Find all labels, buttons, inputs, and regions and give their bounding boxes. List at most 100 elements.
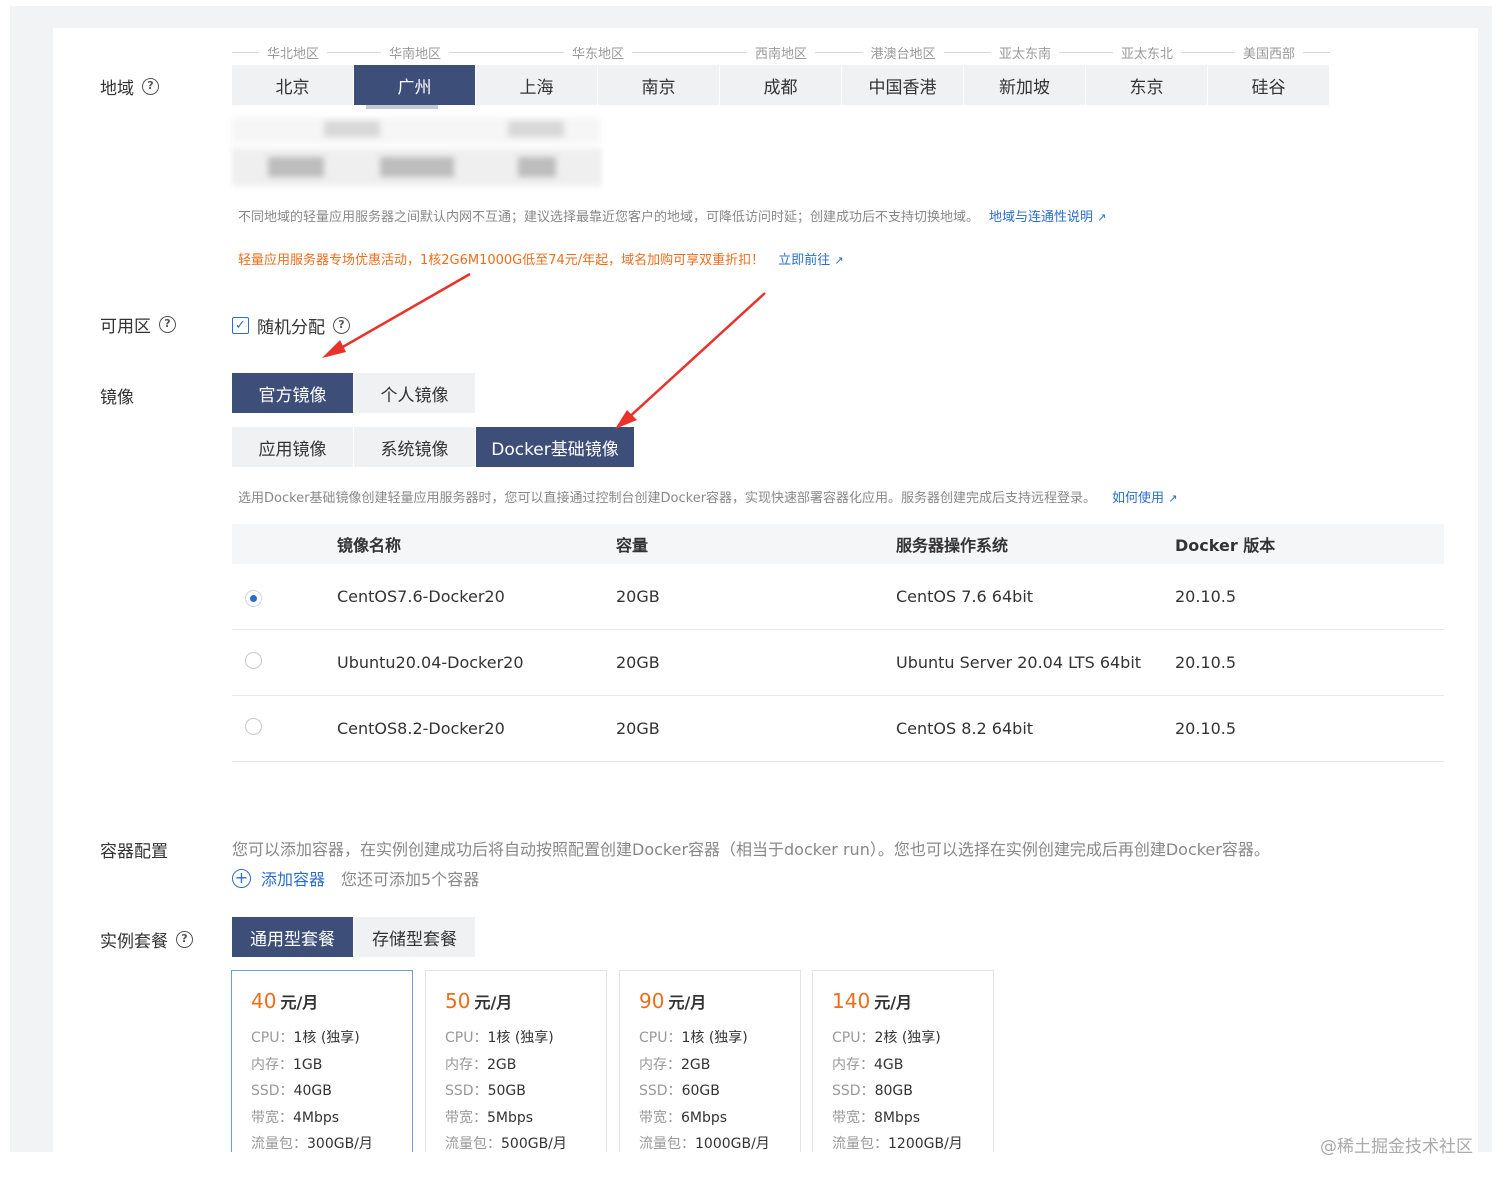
frame-left	[10, 6, 53, 1152]
how-to-use-link[interactable]: 如何使用 ↗	[1112, 491, 1177, 506]
spec-bandwidth: 4Mbps	[293, 1109, 340, 1126]
cell-os: CentOS 7.6 64bit	[896, 587, 1034, 606]
region-group-label: 美国西部	[1243, 46, 1296, 62]
help-icon[interactable]: ?	[176, 931, 193, 948]
spec-cpu: 1核 (独享)	[293, 1030, 360, 1046]
image-label-text: 镜像	[100, 388, 134, 408]
promo-go-link[interactable]: 立即前往 ↗	[778, 253, 843, 268]
region-group-label: 华南地区	[389, 46, 442, 62]
region-label-text: 地域	[100, 79, 134, 99]
table-row[interactable]: Ubuntu20.04-Docker20 20GB Ubuntu Server …	[232, 630, 1444, 696]
cell-docker: 20.10.5	[1175, 653, 1237, 672]
spec-ssd: 50GB	[487, 1083, 526, 1099]
spec-cpu: 2核 (独享)	[874, 1030, 941, 1046]
region-hint: 不同地域的轻量应用服务器之间默认内网不互通；建议选择最靠近您客户的地域，可降低访…	[238, 206, 1106, 225]
tab-region-hongkong[interactable]: 中国香港	[842, 65, 964, 105]
header-docker-version: Docker 版本	[1175, 536, 1276, 555]
tab-storage-plan[interactable]: 存储型套餐	[354, 917, 476, 957]
cell-name: CentOS8.2-Docker20	[337, 719, 505, 738]
region-group: 亚太东南	[964, 40, 1087, 64]
region-connectivity-link[interactable]: 地域与连通性说明 ↗	[989, 210, 1106, 225]
cell-os: Ubuntu Server 20.04 LTS 64bit	[896, 653, 1142, 672]
cell-docker: 20.10.5	[1175, 719, 1237, 738]
spec-key: 流量包：	[832, 1136, 888, 1152]
tab-region-beijing[interactable]: 北京	[232, 65, 354, 105]
help-icon[interactable]: ?	[159, 316, 176, 333]
region-group: 港澳台地区	[842, 40, 965, 64]
tab-region-nanjing[interactable]: 南京	[598, 65, 720, 105]
spec-key: CPU：	[445, 1030, 488, 1046]
add-container-button[interactable]: 添加容器	[261, 866, 325, 890]
cell-size: 20GB	[616, 653, 660, 672]
spec-traffic: 300GB/月	[307, 1136, 373, 1152]
tab-region-singapore[interactable]: 新加坡	[964, 65, 1086, 105]
tab-region-siliconvalley[interactable]: 硅谷	[1208, 65, 1330, 105]
tab-region-tokyo[interactable]: 东京	[1086, 65, 1208, 105]
random-assign-option[interactable]: ✓ 随机分配 ?	[232, 313, 350, 338]
tab-region-guangzhou[interactable]: 广州	[354, 65, 476, 105]
random-assign-label: 随机分配	[257, 318, 325, 338]
plan-card[interactable]: 40 元/月 CPU：1核 (独享) 内存：1GB SSD：40GB 带宽：4Mb…	[231, 970, 413, 1160]
tab-app-image[interactable]: 应用镜像	[232, 427, 354, 467]
price-unit: 元/月	[280, 993, 319, 1012]
region-hint-text: 不同地域的轻量应用服务器之间默认内网不互通；建议选择最靠近您客户的地域，可降低访…	[238, 210, 980, 225]
spec-key: SSD：	[251, 1083, 294, 1099]
region-group-label: 亚太东北	[1121, 46, 1174, 62]
random-assign-checkbox[interactable]: ✓	[232, 317, 249, 334]
external-link-icon: ↗	[1097, 211, 1107, 224]
spec-key: 带宽：	[251, 1109, 293, 1126]
plan-type-tabs: 通用型套餐 存储型套餐	[232, 917, 476, 957]
plan-card[interactable]: 90 元/月 CPU：1核 (独享) 内存：2GB SSD：60GB 带宽：6Mb…	[619, 970, 801, 1160]
spec-key: 内存：	[445, 1056, 487, 1073]
tab-official-image[interactable]: 官方镜像	[232, 373, 354, 413]
bottom-edge	[0, 1152, 1512, 1186]
docker-image-table: 镜像名称 容量 服务器操作系统 Docker 版本 CentOS7.6-Dock…	[232, 524, 1444, 762]
cell-docker: 20.10.5	[1175, 587, 1237, 606]
tab-system-image[interactable]: 系统镜像	[354, 427, 476, 467]
plan-price: 50	[445, 989, 471, 1013]
price-unit: 元/月	[668, 993, 707, 1012]
blurred-text	[380, 157, 454, 177]
region-group: 华南地区	[354, 40, 477, 64]
frame-right	[1478, 6, 1492, 1152]
spec-memory: 1GB	[293, 1056, 323, 1073]
spec-key: SSD：	[832, 1083, 875, 1099]
tab-region-chengdu[interactable]: 成都	[720, 65, 842, 105]
tab-general-plan[interactable]: 通用型套餐	[232, 917, 354, 957]
add-circle-icon[interactable]: +	[232, 868, 251, 888]
spec-memory: 2GB	[681, 1056, 711, 1073]
region-tabs: 北京 广州 上海 南京 成都 中国香港 新加坡 东京 硅谷	[232, 65, 1330, 105]
blurred-text	[268, 157, 324, 177]
instance-plan-label-text: 实例套餐	[100, 932, 168, 952]
spec-key: CPU：	[251, 1030, 294, 1046]
row-radio[interactable]	[245, 652, 262, 669]
plan-price: 90	[639, 989, 665, 1013]
table-row[interactable]: CentOS8.2-Docker20 20GB CentOS 8.2 64bit…	[232, 696, 1444, 762]
help-icon[interactable]: ?	[142, 78, 159, 95]
row-radio[interactable]	[245, 718, 262, 735]
plan-price: 140	[832, 989, 871, 1013]
region-group: 西南地区	[720, 40, 843, 64]
spec-key: CPU：	[639, 1030, 682, 1046]
plan-card[interactable]: 140 元/月 CPU：2核 (独享) 内存：4GB SSD：80GB 带宽：8M…	[812, 970, 994, 1160]
row-radio[interactable]	[245, 589, 262, 607]
container-description: 您可以添加容器，在实例创建成功后将自动按照配置创建Docker容器（相当于doc…	[232, 840, 1270, 859]
header-size: 容量	[616, 536, 649, 555]
price-unit: 元/月	[874, 993, 913, 1012]
tab-region-shanghai[interactable]: 上海	[476, 65, 598, 105]
instance-plan-label: 实例套餐 ?	[100, 927, 193, 952]
spec-cpu: 1核 (独享)	[681, 1030, 748, 1046]
spec-traffic: 1000GB/月	[695, 1136, 770, 1152]
header-os: 服务器操作系统	[896, 536, 1009, 555]
plan-card[interactable]: 50 元/月 CPU：1核 (独享) 内存：2GB SSD：50GB 带宽：5Mb…	[425, 970, 607, 1160]
spec-key: SSD：	[639, 1083, 682, 1099]
tab-personal-image[interactable]: 个人镜像	[354, 373, 476, 413]
cell-name: Ubuntu20.04-Docker20	[337, 653, 524, 672]
promo-text: 轻量应用服务器专场优惠活动，1核2G6M1000G低至74元/年起，域名加购可享…	[238, 253, 765, 268]
watermark: @稀土掘金技术社区	[1320, 1137, 1473, 1157]
table-row[interactable]: CentOS7.6-Docker20 20GB CentOS 7.6 64bit…	[232, 564, 1444, 630]
spec-bandwidth: 8Mbps	[874, 1109, 921, 1126]
region-group-label: 亚太东南	[999, 46, 1052, 62]
tab-docker-image[interactable]: Docker基础镜像	[476, 427, 635, 467]
help-icon[interactable]: ?	[333, 317, 350, 334]
